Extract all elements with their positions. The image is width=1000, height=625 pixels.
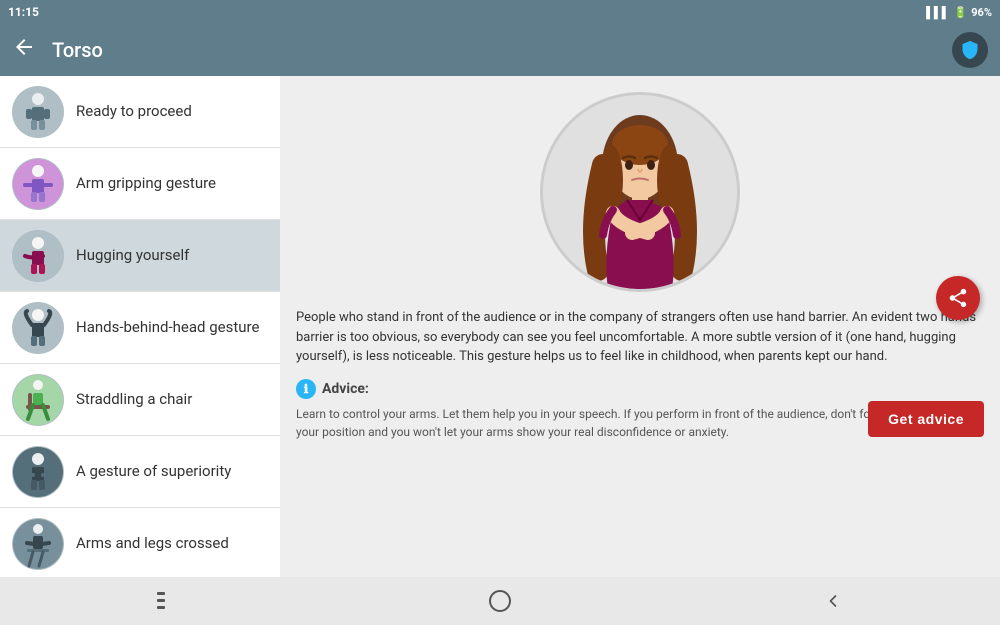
premium-icon-button[interactable]	[952, 32, 988, 68]
nav-menu-button[interactable]	[137, 583, 197, 619]
bottom-navigation	[0, 577, 1000, 625]
battery-icon: 🔋	[954, 6, 968, 19]
sidebar-label-ready-to-proceed: Ready to proceed	[76, 102, 192, 122]
back-button[interactable]	[12, 35, 36, 65]
avatar-ready-to-proceed	[12, 86, 64, 138]
avatar-arm-gripping	[12, 158, 64, 210]
sidebar-label-straddling-chair: Straddling a chair	[76, 390, 192, 410]
nav-home-button[interactable]	[470, 583, 530, 619]
sidebar-item-hugging-yourself[interactable]: Hugging yourself	[0, 220, 280, 292]
sidebar-item-gesture-superiority[interactable]: A gesture of superiority	[0, 436, 280, 508]
sidebar-item-arms-legs-crossed[interactable]: Arms and legs crossed	[0, 508, 280, 577]
sidebar: Ready to proceed Arm gripping gesture	[0, 76, 280, 577]
avatar-arms-legs-crossed	[12, 518, 64, 570]
avatar-hugging-yourself	[12, 230, 64, 282]
sidebar-label-arm-gripping: Arm gripping gesture	[76, 174, 216, 194]
battery-level: 96%	[971, 6, 992, 19]
share-fab-button[interactable]	[936, 276, 980, 320]
detail-panel: People who stand in front of the audienc…	[280, 76, 1000, 577]
status-right: ▌▌▌ 🔋 96%	[926, 6, 992, 19]
description-text: People who stand in front of the audienc…	[296, 308, 984, 367]
advice-icon: ℹ	[296, 379, 316, 399]
sidebar-item-ready-to-proceed[interactable]: Ready to proceed	[0, 76, 280, 148]
signal-icon: ▌▌▌	[926, 6, 949, 19]
sidebar-item-straddling-chair[interactable]: Straddling a chair	[0, 364, 280, 436]
status-bar: 11:15 ▌▌▌ 🔋 96%	[0, 0, 1000, 24]
sidebar-label-hands-behind-head: Hands-behind-head gesture	[76, 318, 259, 338]
avatar-hands-behind-head	[12, 302, 64, 354]
advice-section: ℹ Advice: Learn to control your arms. Le…	[296, 379, 984, 441]
advice-text: Learn to control your arms. Let them hel…	[296, 405, 984, 441]
sidebar-item-hands-behind-head[interactable]: Hands-behind-head gesture	[0, 292, 280, 364]
character-illustration	[540, 92, 740, 292]
advice-label: ℹ Advice:	[296, 379, 984, 399]
sidebar-label-hugging-yourself: Hugging yourself	[76, 246, 189, 266]
sidebar-label-arms-legs-crossed: Arms and legs crossed	[76, 534, 229, 554]
sidebar-item-arm-gripping[interactable]: Arm gripping gesture	[0, 148, 280, 220]
toolbar-title: Torso	[52, 38, 936, 62]
status-time: 11:15	[8, 5, 39, 19]
avatar-straddling-chair	[12, 374, 64, 426]
toolbar: Torso	[0, 24, 1000, 76]
avatar-gesture-superiority	[12, 446, 64, 498]
sidebar-label-gesture-superiority: A gesture of superiority	[76, 462, 231, 482]
main-content: Ready to proceed Arm gripping gesture	[0, 76, 1000, 577]
nav-back-button[interactable]	[803, 583, 863, 619]
get-advice-button[interactable]: Get advice	[868, 401, 984, 437]
